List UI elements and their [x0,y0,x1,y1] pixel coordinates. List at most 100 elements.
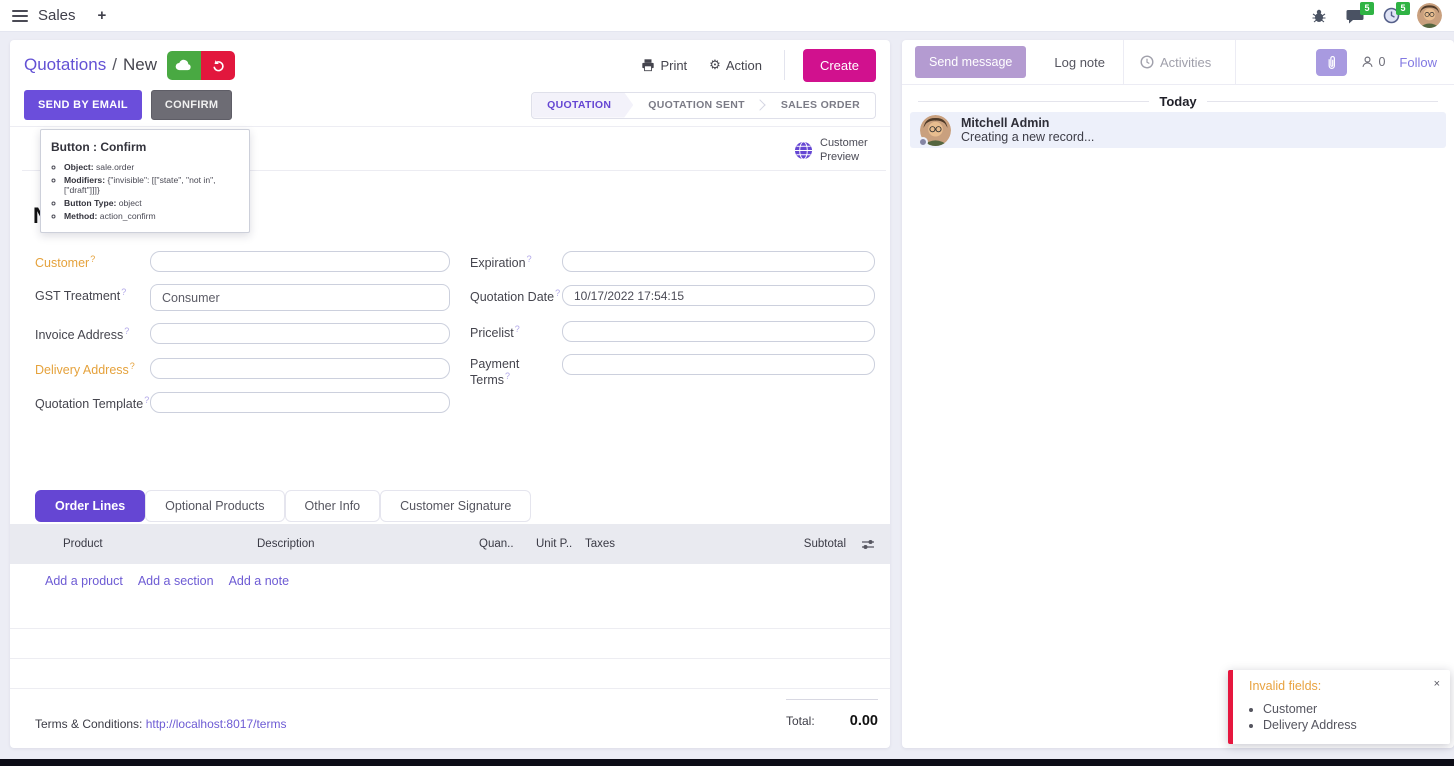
user-avatar[interactable] [1417,3,1442,28]
send-message-button[interactable]: Send message [915,46,1026,78]
help-marker: ? [555,288,560,298]
tooltip-list: Object: sale.order Modifiers: {"invisibl… [64,162,239,221]
customer-preview-button[interactable]: Customer Preview [794,137,878,165]
follow-button[interactable]: Follow [1399,55,1437,70]
presence-indicator [918,137,928,147]
breadcrumb-separator: / [112,55,117,75]
app-menu-sales[interactable]: Sales [38,7,76,24]
messages-icon[interactable]: 5 [1345,6,1365,26]
column-subtotal[interactable]: Subtotal [784,538,846,550]
terms-and-conditions: Terms & Conditions: http://localhost:801… [35,717,286,731]
tab-other-info[interactable]: Other Info [285,490,381,522]
activities-tab[interactable]: Activities [1124,40,1227,85]
send-by-email-button[interactable]: SEND BY EMAIL [24,90,142,120]
tab-optional-products[interactable]: Optional Products [145,490,284,522]
action-label: Action [726,58,762,73]
tooltip-item-modifiers: Modifiers: {"invisible": [["state", "not… [64,175,239,195]
activities-clock-icon[interactable]: 5 [1381,6,1401,26]
expiration-field-input[interactable] [562,251,875,272]
add-a-note-link[interactable]: Add a note [229,574,289,588]
tab-customer-signature[interactable]: Customer Signature [380,490,531,522]
quotation-template-field-label: Quotation Template? [35,392,150,411]
help-marker: ? [527,254,532,264]
expiration-field-label: Expiration? [470,251,562,270]
column-quantity[interactable]: Quan.. [479,538,536,550]
field-row-quotation-template: Quotation Template? [35,392,450,413]
field-row-payment-terms: Payment Terms? [470,354,875,387]
invalid-field-delivery-address: Delivery Address [1263,718,1440,732]
help-marker: ? [515,324,520,334]
customer-field-input[interactable] [150,251,450,272]
customer-preview-label: Customer Preview [820,137,878,165]
delivery-address-field-label: Delivery Address? [35,358,150,377]
help-marker: ? [121,287,126,297]
invoice-address-field-input[interactable] [150,323,450,344]
column-description[interactable]: Description [257,538,479,550]
log-note-tab[interactable]: Log note [1044,55,1115,70]
quotation-template-field-input[interactable] [150,392,450,413]
invalid-fields-notification: Invalid fields: × Customer Delivery Addr… [1228,670,1450,744]
statusbar-step-quotation[interactable]: QUOTATION [532,93,633,118]
action-menu[interactable]: ⚙ Action [709,57,762,73]
notebook-tabs: Order Lines Optional Products Other Info… [35,490,531,522]
form-view-panel: Quotations / New Print ⚙ Action Create [10,40,890,748]
optional-columns-icon[interactable] [846,538,890,551]
save-record-button[interactable] [167,51,201,80]
toast-close-icon[interactable]: × [1434,678,1440,690]
top-navbar: Sales + 5 5 [0,0,1454,32]
odoo-sales-app: Sales + 5 5 Quotations / New [0,0,1454,766]
invoice-address-field-label: Invoice Address? [35,323,150,342]
chatter-message[interactable]: Mitchell Admin Creating a new record... [910,112,1446,148]
divider [1235,40,1236,85]
create-button[interactable]: Create [803,49,876,82]
debug-bug-icon[interactable] [1309,6,1329,26]
tooltip-item-method: Method: action_confirm [64,211,239,221]
field-row-pricelist: Pricelist? [470,321,875,342]
confirm-button[interactable]: CONFIRM [151,90,232,120]
activities-label: Activities [1160,55,1211,70]
order-lines-header: Product Description Quan.. Unit P.. Taxe… [10,524,890,564]
invalid-field-customer: Customer [1263,702,1440,716]
discard-changes-button[interactable] [201,51,235,80]
payment-terms-field-input[interactable] [562,354,875,375]
help-marker: ? [90,254,95,264]
help-marker: ? [130,361,135,371]
printer-icon [641,58,655,72]
quotation-date-field-input[interactable] [562,285,875,306]
gst-treatment-field-input[interactable] [150,284,450,311]
globe-icon [794,141,813,160]
statusbar-step-quotation-sent[interactable]: QUOTATION SENT [633,93,760,118]
paperclip-icon [1325,55,1338,70]
delivery-address-field-input[interactable] [150,358,450,379]
tooltip-item-button-type: Button Type: object [64,198,239,208]
field-row-customer: Customer? [35,251,450,272]
date-divider-label: Today [1159,94,1196,109]
hamburger-menu-icon[interactable] [12,10,28,22]
new-tab-button[interactable]: + [98,7,107,24]
undo-icon [211,58,225,72]
attach-file-button[interactable] [1316,49,1347,76]
print-menu[interactable]: Print [641,58,687,73]
pricelist-field-input[interactable] [562,321,875,342]
breadcrumb-quotations[interactable]: Quotations [24,55,106,75]
gst-treatment-field-label: GST Treatment? [35,284,150,303]
control-panel-actions: Print ⚙ Action Create [641,49,876,82]
activities-badge: 5 [1396,2,1410,15]
field-row-expiration: Expiration? [470,251,875,272]
follower-person-icon [1361,55,1374,69]
invalid-fields-list: Customer Delivery Address [1263,702,1440,732]
followers-count: 0 [1378,55,1385,69]
statusbar-step-sales-order[interactable]: SALES ORDER [766,93,875,118]
column-taxes[interactable]: Taxes [585,538,784,550]
terms-link[interactable]: http://localhost:8017/terms [146,717,287,731]
column-product[interactable]: Product [63,538,257,550]
followers-counter[interactable]: 0 [1361,55,1385,69]
print-label: Print [660,58,687,73]
tab-order-lines[interactable]: Order Lines [35,490,145,522]
add-a-product-link[interactable]: Add a product [45,574,123,588]
column-unit-price[interactable]: Unit P.. [536,538,585,550]
form-statusbar-row: SEND BY EMAIL CONFIRM QUOTATION QUOTATIO… [24,90,876,120]
add-a-section-link[interactable]: Add a section [138,574,214,588]
toast-title: Invalid fields: [1249,679,1440,693]
message-body: Mitchell Admin Creating a new record... [961,116,1094,144]
